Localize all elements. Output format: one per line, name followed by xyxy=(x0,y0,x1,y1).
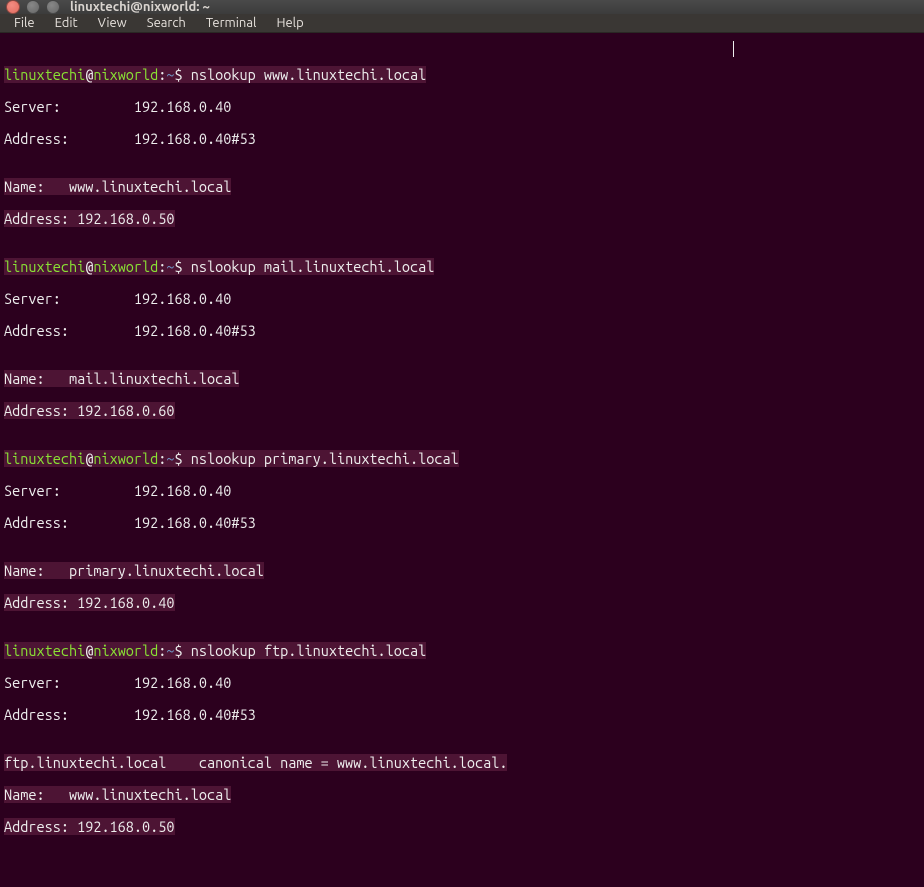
output-line: Address: 192.168.0.40 xyxy=(4,594,175,611)
output-line: Name: mail.linuxtechi.local xyxy=(4,370,239,387)
menu-file[interactable]: File xyxy=(6,14,43,32)
output-line: Name: www.linuxtechi.local xyxy=(4,178,231,195)
menubar: File Edit View Search Terminal Help xyxy=(0,14,924,33)
output-line: ftp.linuxtechi.local canonical name = ww… xyxy=(4,754,507,771)
minimize-icon[interactable] xyxy=(26,0,40,14)
prompt-path: ~ xyxy=(166,66,174,83)
menu-view[interactable]: View xyxy=(90,14,135,32)
output-line: Name: www.linuxtechi.local xyxy=(4,786,231,803)
prompt-dollar: $ xyxy=(175,66,183,83)
command-text: nslookup ftp.linuxtechi.local xyxy=(191,642,426,659)
output-line: Address: 192.168.0.40#53 xyxy=(4,131,920,147)
command-text: nslookup www.linuxtechi.local xyxy=(191,66,426,83)
prompt-at: @ xyxy=(85,642,93,659)
prompt-path: ~ xyxy=(166,642,174,659)
command-text: nslookup primary.linuxtechi.local xyxy=(191,450,459,467)
close-icon[interactable] xyxy=(6,0,20,14)
menu-search[interactable]: Search xyxy=(139,14,194,32)
prompt-colon: : xyxy=(158,642,166,659)
titlebar[interactable]: linuxtechi@nixworld: ~ xyxy=(0,0,924,14)
output-line: Address: 192.168.0.60 xyxy=(4,402,175,419)
menu-edit[interactable]: Edit xyxy=(47,14,86,32)
output-line: Address: 192.168.0.50 xyxy=(4,818,175,835)
menu-terminal[interactable]: Terminal xyxy=(198,14,265,32)
command-text: nslookup mail.linuxtechi.local xyxy=(191,258,435,275)
maximize-icon[interactable] xyxy=(46,0,60,14)
output-line: Address: 192.168.0.40#53 xyxy=(4,323,920,339)
prompt-host: nixworld xyxy=(93,450,158,467)
prompt-dollar: $ xyxy=(175,642,183,659)
prompt-path: ~ xyxy=(166,450,174,467)
terminal-window: linuxtechi@nixworld: ~ File Edit View Se… xyxy=(0,0,924,533)
prompt-user: linuxtechi xyxy=(4,450,85,467)
menu-help[interactable]: Help xyxy=(268,14,311,32)
prompt-path: ~ xyxy=(166,258,174,275)
prompt-user: linuxtechi xyxy=(4,642,85,659)
output-line: Name: primary.linuxtechi.local xyxy=(4,562,264,579)
text-cursor xyxy=(733,41,734,57)
output-line: Server: 192.168.0.40 xyxy=(4,675,920,691)
prompt-user: linuxtechi xyxy=(4,66,85,83)
prompt-host: nixworld xyxy=(93,258,158,275)
output-line: Server: 192.168.0.40 xyxy=(4,99,920,115)
output-line: Address: 192.168.0.40#53 xyxy=(4,707,920,723)
prompt-host: nixworld xyxy=(93,642,158,659)
prompt-dollar: $ xyxy=(175,450,183,467)
prompt-user: linuxtechi xyxy=(4,258,85,275)
output-line: Address: 192.168.0.40#53 xyxy=(4,515,920,531)
prompt-dollar: $ xyxy=(175,258,183,275)
prompt-host: nixworld xyxy=(93,66,158,83)
output-line: Server: 192.168.0.40 xyxy=(4,483,920,499)
output-line: Server: 192.168.0.40 xyxy=(4,291,920,307)
window-title: linuxtechi@nixworld: ~ xyxy=(70,0,210,14)
terminal-area[interactable]: linuxtechi@nixworld:~$ nslookup www.linu… xyxy=(0,33,924,887)
output-line: Address: 192.168.0.50 xyxy=(4,210,175,227)
